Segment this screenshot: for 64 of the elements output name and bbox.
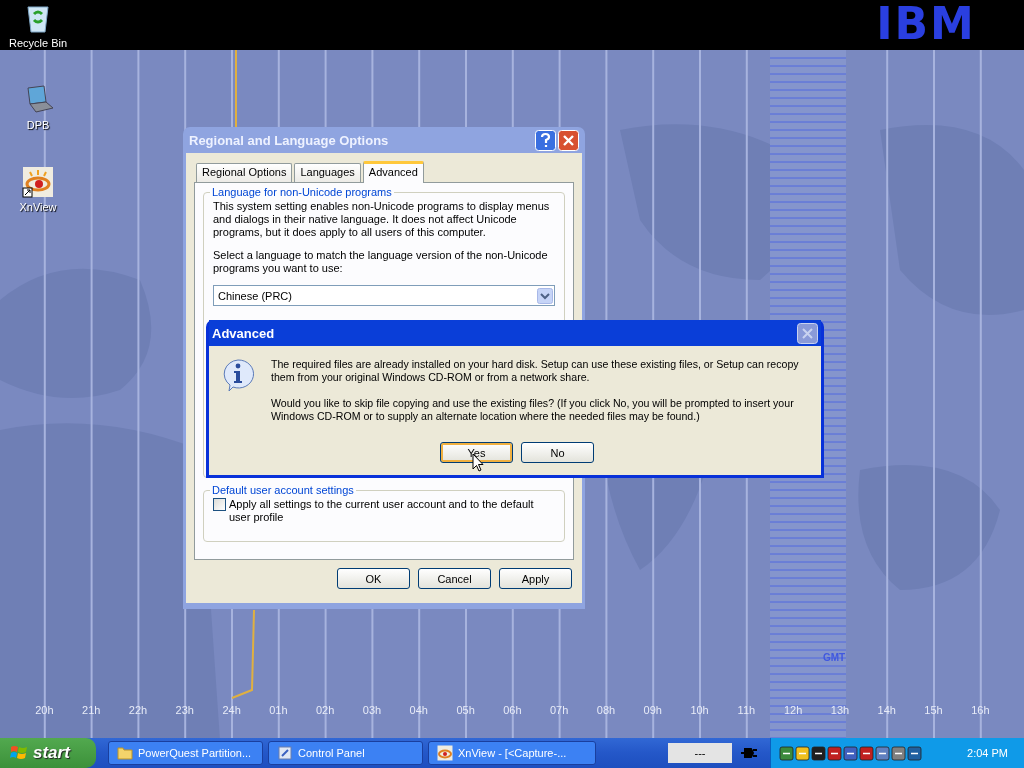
message-button[interactable]: No — [521, 442, 594, 463]
window-title: Regional and Language Options — [189, 132, 390, 148]
message-button[interactable]: Yes — [440, 442, 513, 463]
windows-logo-icon — [10, 744, 28, 762]
hour-label: 13h — [829, 704, 851, 716]
clock: 2:04 PM — [967, 747, 1008, 759]
tray-icon[interactable] — [891, 745, 906, 761]
hour-label: 16h — [970, 704, 991, 716]
group-title: Language for non-Unicode programs — [211, 186, 393, 198]
hour-label: 12h — [782, 704, 804, 716]
information-icon — [221, 358, 255, 392]
hour-label: 03h — [361, 704, 383, 716]
window-title: Advanced — [212, 325, 276, 341]
language-dropdown[interactable]: Chinese (PRC) — [213, 285, 555, 306]
group-title: Default user account settings — [211, 484, 355, 496]
power-plug-icon — [740, 746, 758, 760]
battery-indicator: --- — [668, 743, 732, 763]
hour-label: 06h — [502, 704, 523, 716]
taskbar-button[interactable]: PowerQuest Partition... — [108, 741, 263, 765]
folder-icon — [117, 746, 133, 760]
description-text: This system setting enables non-Unicode programs to display menus and dialogs in their native language. It does not affect Unicode programs, but it does apply to all users of this computer. — [213, 200, 551, 239]
tray-icon[interactable] — [907, 745, 922, 761]
dialog-button[interactable]: Cancel — [418, 568, 491, 589]
dialog-button[interactable]: Apply — [499, 568, 572, 589]
tray-icon[interactable] — [779, 745, 794, 761]
tray-icon[interactable] — [875, 745, 890, 761]
hour-label: 14h — [876, 704, 897, 716]
eye-logo-icon[interactable] — [22, 166, 54, 198]
checkbox[interactable] — [213, 498, 226, 511]
tray-icon[interactable] — [843, 745, 858, 761]
prompt-text: Select a language to match the language version of the non-Unicode programs you want to use: — [213, 249, 549, 275]
hour-label: 04h — [408, 704, 429, 716]
desktop-icon-label[interactable]: Recycle Bin — [8, 37, 68, 49]
close-icon[interactable] — [797, 322, 818, 344]
tab[interactable]: Advanced — [362, 161, 424, 183]
hour-label: 23h — [174, 704, 195, 716]
hour-label: 08h — [595, 704, 617, 716]
hour-label: 10h — [689, 704, 710, 716]
tab[interactable]: Languages — [294, 163, 361, 182]
eye-logo-icon — [437, 745, 453, 761]
checkbox-label[interactable]: Apply all settings to the current user account and to the default user profile — [229, 498, 539, 524]
hour-label: 15h — [923, 704, 944, 716]
hour-label: 11h — [736, 704, 757, 716]
hour-label: 01h — [268, 704, 289, 716]
hour-label: 24h — [221, 704, 242, 716]
tab[interactable]: Regional Options — [196, 163, 293, 182]
control-panel-icon — [277, 745, 293, 761]
message-text: Would you like to skip file copying and use the existing files? (If you click No, you will be prompted to insert your Windows CD-ROM or to supply an alternate location where the needed files may be found.) — [271, 397, 795, 423]
hour-label: 05h — [455, 704, 476, 716]
hour-label: 20h — [34, 704, 55, 716]
hour-label: 22h — [127, 704, 149, 716]
tray-icon[interactable] — [827, 745, 842, 761]
taskbar-button[interactable]: XnView - [<Capture-... — [428, 741, 596, 765]
dialog-button[interactable]: OK — [337, 568, 410, 589]
gmt-label: GMT — [823, 652, 846, 663]
hour-label: 02h — [315, 704, 336, 716]
tray-icon[interactable] — [811, 745, 826, 761]
taskbar-button[interactable]: Control Panel — [268, 741, 423, 765]
hour-label: 09h — [642, 704, 663, 716]
hour-label: 07h — [549, 704, 570, 716]
tray-icon[interactable] — [859, 745, 874, 761]
hour-label: 21h — [81, 704, 102, 716]
message-text: The required files are already installed on your hard disk. Setup can use these existing files, or Setup can recopy them from your original Windows CD-ROM or from a network share. — [271, 358, 800, 384]
help-icon[interactable] — [535, 129, 556, 151]
